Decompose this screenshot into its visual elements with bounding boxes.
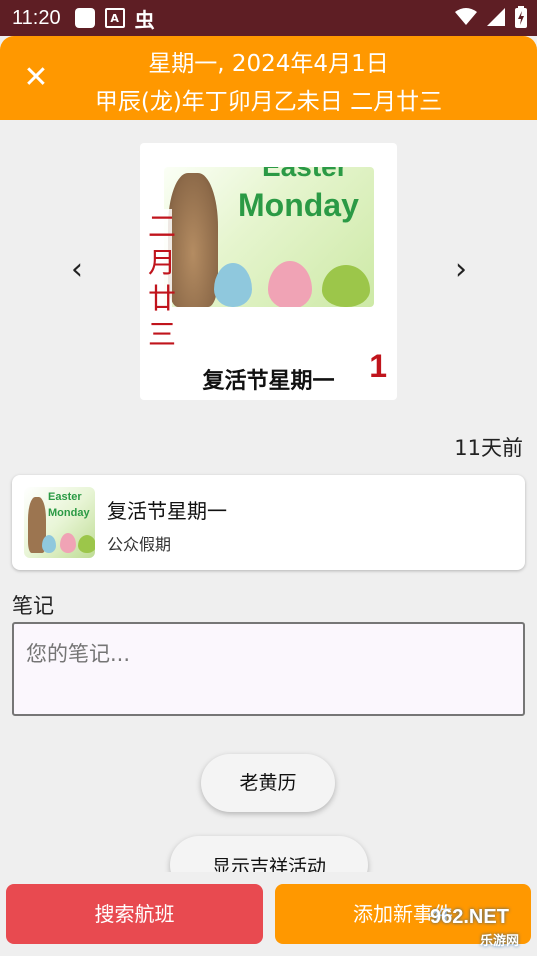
easter-image-title: Monday [238,187,359,223]
thumbnail-caption-line1: Easter [48,491,82,503]
holiday-thumbnail: Easter Monday [24,487,95,558]
notes-input[interactable] [12,622,525,716]
holiday-item-type: 公众假期 [107,535,172,554]
status-system-icons [455,6,527,28]
thumb-green-egg [78,535,95,553]
holiday-feature-card[interactable]: Easter Monday 二月廿三 复活节星期一 1 [140,143,397,400]
a-icon: A [104,8,125,28]
date-title: 星期一, 2024年4月1日 [148,51,389,77]
thumb-blue-egg [42,535,56,553]
app-notification-icon [74,8,95,28]
green-egg [322,265,370,307]
blue-egg [214,263,252,307]
signal-icon [487,8,505,26]
status-bar: 11:20 A 虫 [0,0,537,36]
relative-time-label: 11天前 [454,436,523,460]
feature-holiday-name: 复活节星期一 [202,369,335,394]
status-notification-icons: A 虫 [74,4,155,33]
battery-icon [515,6,527,28]
holiday-item-title: 复活节星期一 [107,499,227,523]
status-time: 11:20 [12,6,61,29]
thumbnail-caption: Easter Monday [48,489,90,521]
easter-monday-image: Easter Monday [164,167,374,307]
watermark-subtext: 乐游网 [480,933,520,948]
easter-image-title-top: Easter [262,167,348,183]
bug-icon: 虫 [134,7,155,32]
watermark-logo: 962.NET 乐游网 [400,906,530,950]
next-arrow-icon[interactable]: › [446,252,476,287]
previous-arrow-icon[interactable]: ‹ [62,252,92,287]
thumb-pink-egg [60,533,76,553]
pink-egg [268,261,312,307]
almanac-button[interactable]: 老黄历 [201,754,335,812]
watermark-text: 962.NET [430,906,509,928]
lunar-day-vertical: 二月廿三 [148,209,177,353]
date-header: ✕ 星期一, 2024年4月1日 甲辰(龙)年丁卯月乙未日 二月廿三 [0,36,537,120]
thumbnail-caption-line2: Monday [48,507,90,519]
wifi-icon [455,8,477,25]
holiday-list-item[interactable]: Easter Monday 复活节星期一 公众假期 [12,475,525,570]
notes-label: 笔记 [12,594,54,618]
search-flights-button[interactable]: 搜索航班 [6,884,263,944]
lunar-date-title: 甲辰(龙)年丁卯月乙未日 二月廿三 [94,89,443,115]
day-number: 1 [369,348,387,384]
